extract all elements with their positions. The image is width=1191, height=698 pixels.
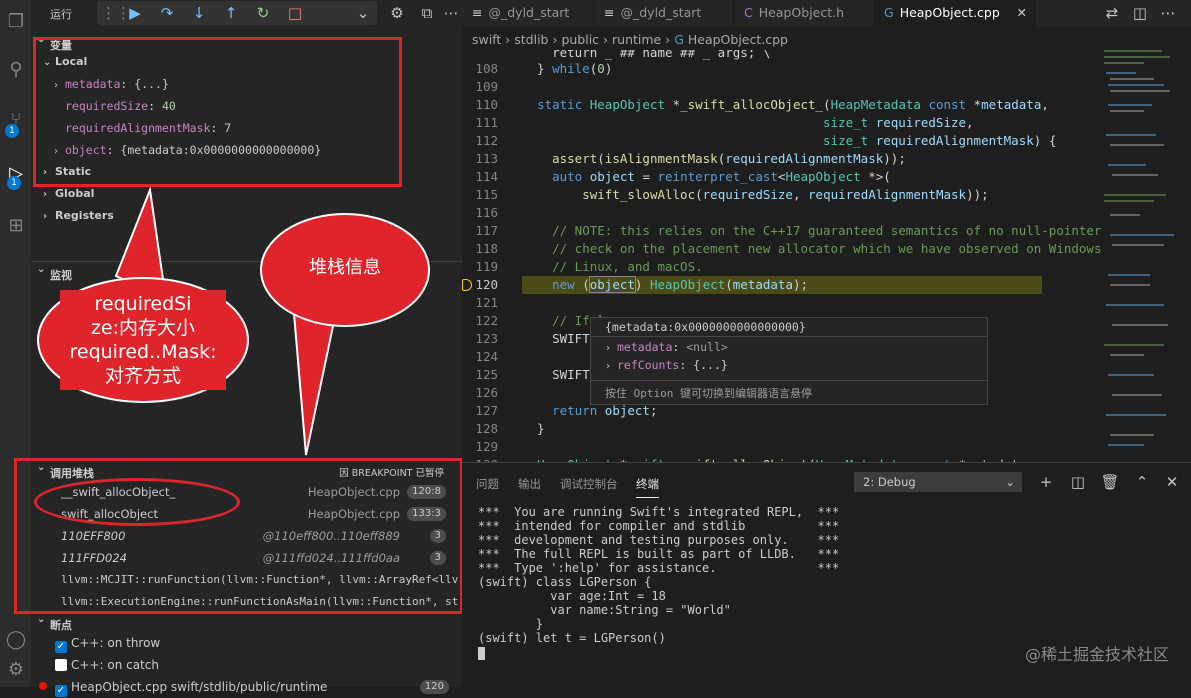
bubble1-text: requiredSi ze:内存大小 required..Mask: 对齐方式 [69, 293, 217, 387]
cpp-icon: G [674, 32, 684, 47]
chevron-right-icon: › [605, 361, 612, 372]
trash-icon[interactable]: 🗑 [1100, 472, 1120, 492]
debug-hover-popup: {metadata:0x0000000000000000} › metadata:… [590, 317, 988, 405]
minimap[interactable] [1102, 44, 1182, 462]
divider [591, 336, 987, 337]
hover-title: {metadata:0x0000000000000000} [605, 320, 806, 334]
tab-terminal[interactable]: 终端 [636, 476, 659, 498]
terminal-cursor [478, 647, 485, 660]
hover-hint: 按住 Option 键可切换到编辑器语言悬停 [605, 387, 812, 400]
list-icon: ≡ [604, 5, 615, 20]
breadcrumb: swift › stdlib › public › runtime › G He… [472, 32, 788, 47]
hover-row-metadata[interactable]: › metadata: <null> [605, 340, 728, 354]
close-icon[interactable]: ✕ [1162, 472, 1182, 492]
divider [591, 380, 987, 381]
bubble2-text: 堆栈信息 [309, 257, 381, 278]
split-editor-icon[interactable]: ◫ [1130, 3, 1150, 23]
list-icon: ≡ [472, 5, 483, 20]
c-icon: C [744, 5, 753, 20]
editor-area: ≡ @_dyld_start ≡ @_dyld_start C HeapObject.… [462, 0, 1191, 462]
terminal-select[interactable]: 2: Debug ⌄ [854, 472, 1022, 492]
tab-heapobject-h[interactable]: C HeapObject.h [734, 0, 874, 26]
split-terminal-icon[interactable]: ◫ [1068, 472, 1088, 492]
more-icon[interactable]: ⋯ [1158, 3, 1178, 23]
compare-icon[interactable]: ⇄ [1102, 3, 1122, 23]
chevron-right-icon: › [605, 343, 612, 354]
tab-heapobject-cpp[interactable]: G HeapObject.cpp ✕ [874, 0, 1036, 26]
editor-tabs: ≡ @_dyld_start ≡ @_dyld_start C HeapObject.… [462, 0, 1191, 26]
cpp-icon: G [884, 5, 894, 20]
tab-problems[interactable]: 问题 [476, 476, 499, 492]
tab-dyld-start-1[interactable]: ≡ @_dyld_start [462, 0, 594, 26]
watermark: @稀土掘金技术社区 [1024, 645, 1169, 664]
close-icon[interactable]: ✕ [1017, 0, 1027, 26]
tab-dyld-start-2[interactable]: ≡ @_dyld_start [594, 0, 734, 26]
tab-debug-console[interactable]: 调试控制台 [560, 476, 618, 492]
chevron-down-icon: ⌄ [1005, 475, 1015, 489]
tab-output[interactable]: 输出 [518, 476, 541, 492]
maximize-chevron-up-icon[interactable]: ⌃ [1132, 472, 1152, 492]
add-terminal-icon[interactable]: + [1036, 472, 1056, 492]
hover-row-refcounts[interactable]: › refCounts: {...} [605, 358, 728, 372]
